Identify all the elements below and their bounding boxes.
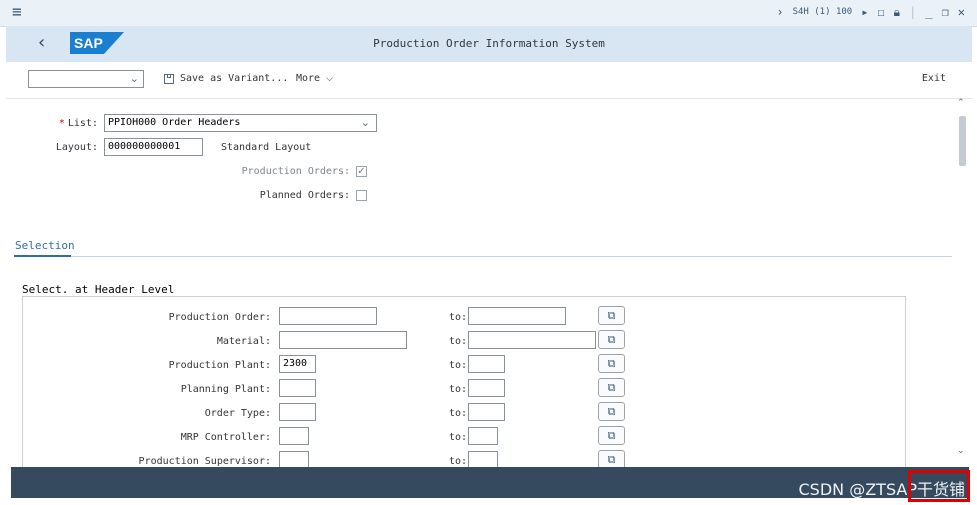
toolbar: ⌄ Save as Variant... More ⌵ Exit [6,62,972,99]
to-label: to: [449,432,468,443]
save-as-variant-label: Save as Variant... [180,73,289,84]
production-order-to-input[interactable] [468,307,566,325]
variant-select[interactable]: ⌄ [28,70,144,88]
list-value: PPIOH000 Order Headers [108,117,241,128]
page-title: Production Order Information System [373,37,605,50]
title-bar: ‹ SAP Production Order Information Syste… [6,26,972,63]
to-label: to: [449,336,468,347]
scroll-up-icon[interactable]: ⌃ [957,98,965,108]
planning-plant-from-input[interactable] [279,379,316,397]
order-type-from-input[interactable] [279,403,316,421]
scroll-down-icon[interactable]: ⌄ [957,446,965,456]
layout-label: Layout: [55,142,98,153]
planned-orders-checkbox[interactable] [356,190,367,201]
production-plant-to-input[interactable] [468,355,505,373]
production-orders-checkbox[interactable]: ✓ [356,166,367,177]
tab-selection[interactable]: Selection [15,239,75,252]
save-icon [164,73,174,84]
mrp-controller-to-input[interactable] [468,427,498,445]
play-icon[interactable]: ▸ [861,6,868,18]
restore-icon[interactable]: ❐ [942,6,949,18]
to-label: to: [449,384,468,395]
planned-orders-label: Planned Orders: [259,190,350,201]
multiple-selection-icon[interactable]: ⧉ [598,426,625,445]
chevron-down-icon: ⌄ [129,72,139,85]
to-label: to: [449,408,468,419]
mrp-controller-label: MRP Controller: [180,432,271,443]
chevron-down-icon: ⌄ [360,116,370,129]
chevron-right-icon[interactable]: › [776,6,783,18]
save-as-variant-button[interactable]: Save as Variant... [164,73,288,84]
chevron-down-icon: ⌵ [326,74,333,84]
close-icon[interactable]: ✕ [958,6,965,18]
list-label-text: List: [67,118,98,129]
production-supervisor-label: Production Supervisor: [138,456,271,467]
layout-input[interactable]: 000000000001 [104,138,203,156]
minimize-icon[interactable]: _ [925,6,932,18]
menu-icon[interactable]: ≡ [12,4,22,20]
order-type-label: Order Type: [204,408,271,419]
material-to-input[interactable] [468,331,596,349]
scroll-thumb[interactable] [959,116,966,166]
vertical-scrollbar[interactable]: ⌃ ⌄ [957,98,969,460]
layout-description: Standard Layout [221,142,312,153]
to-label: to: [449,456,468,467]
highlight-box [908,470,970,502]
required-marker: * [58,118,65,129]
chat-icon[interactable]: ☐ [877,6,884,18]
tab-divider [14,256,952,257]
production-plant-label: Production Plant: [168,360,271,371]
multiple-selection-icon[interactable]: ⧉ [598,330,625,349]
list-label: * List: [40,118,98,129]
planning-plant-to-input[interactable] [468,379,505,397]
separator: | [909,5,917,19]
group-title: Select. at Header Level [22,283,175,296]
to-label: to: [449,360,468,371]
production-order-label: Production Order: [168,312,271,323]
list-select[interactable]: PPIOH000 Order Headers ⌄ [104,114,377,132]
multiple-selection-icon[interactable]: ⧉ [598,402,625,421]
multiple-selection-icon[interactable]: ⧉ [598,354,625,373]
material-label: Material: [216,336,271,347]
planning-plant-label: Planning Plant: [180,384,271,395]
production-order-from-input[interactable] [279,307,377,325]
mrp-controller-from-input[interactable] [279,427,309,445]
multiple-selection-icon[interactable]: ⧉ [598,306,625,325]
system-controls: › S4H (1) 100 ▸ ☐ 🔒︎ | _ ❐ ✕ [776,6,965,18]
more-label: More [296,73,321,84]
lock-icon[interactable]: 🔒︎ [894,6,900,18]
production-orders-label: Production Orders: [241,166,350,177]
production-plant-from-input[interactable]: 2300 [279,355,316,373]
system-info[interactable]: S4H (1) 100 [793,7,853,17]
more-button[interactable]: More ⌵ [296,73,333,84]
tab-selection-indicator [14,255,71,257]
multiple-selection-icon[interactable]: ⧉ [598,378,625,397]
to-label: to: [449,312,468,323]
system-bar: ≡ › S4H (1) 100 ▸ ☐ 🔒︎ | _ ❐ ✕ [0,0,977,27]
material-from-input[interactable] [279,331,407,349]
exit-button[interactable]: Exit [922,73,946,84]
order-type-to-input[interactable] [468,403,505,421]
